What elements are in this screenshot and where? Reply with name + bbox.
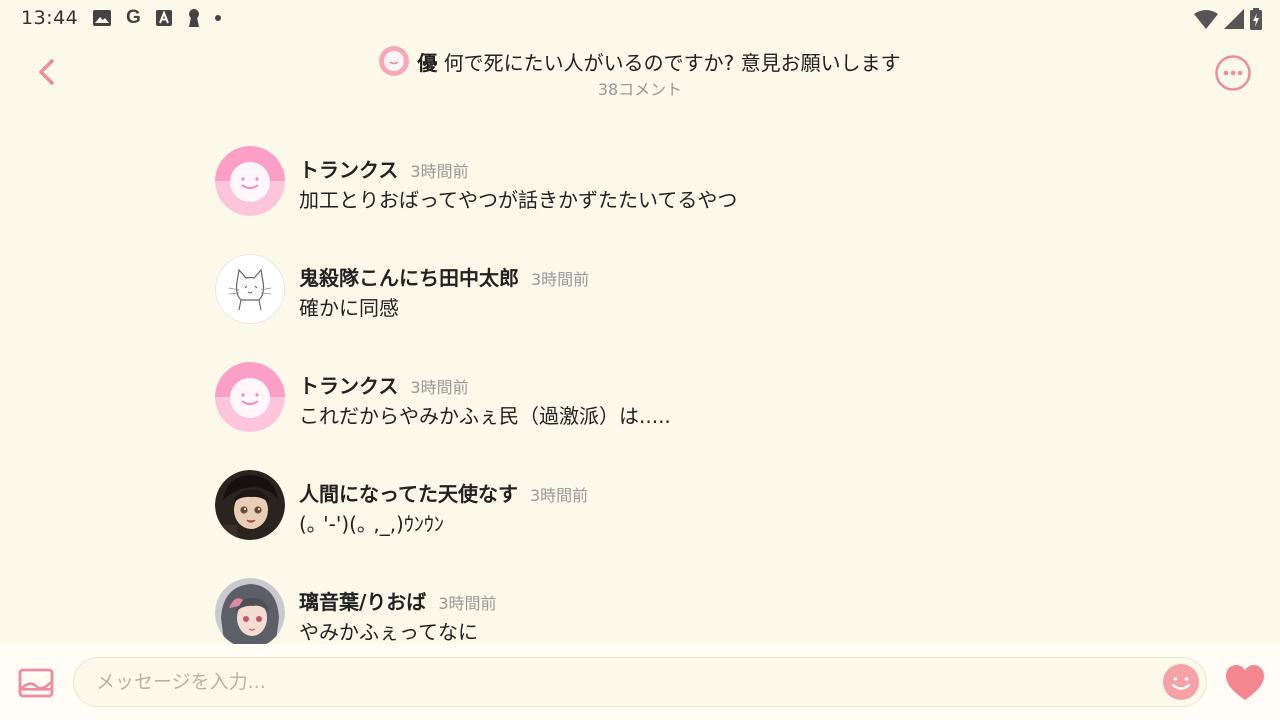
- comment-item[interactable]: トランクス 3時間前 加工とりおばってやつが話きかずたたいてるやつ: [215, 146, 1115, 218]
- comment-item[interactable]: 人間になってた天使なす 3時間前 (｡ '-')(｡ ,_,)ｳﾝｳﾝ: [215, 470, 1115, 542]
- post-author: 優: [417, 50, 438, 75]
- signal-icon: [1224, 9, 1244, 29]
- comment-text: (｡ '-')(｡ ,_,)ｳﾝｳﾝ: [299, 512, 444, 536]
- comment-user[interactable]: トランクス: [299, 374, 398, 398]
- comment-text: 加工とりおばってやつが話きかずたたいてるやつ: [299, 188, 738, 212]
- comment-text: やみかふぇってなに: [299, 620, 478, 644]
- heart-icon[interactable]: [1224, 664, 1266, 702]
- comment-time: 3時間前: [410, 162, 469, 181]
- image-attach-icon[interactable]: [18, 668, 54, 698]
- anime-girl-grey-avatar[interactable]: [215, 578, 285, 644]
- google-icon: G: [126, 7, 141, 28]
- keyhole-icon: [188, 9, 199, 27]
- battery-charging-icon: [1250, 8, 1262, 30]
- thread-header: 優 何で死にたい人がいるのですか? 意見お願いします 38コメント: [0, 36, 1280, 106]
- comment-user[interactable]: トランクス: [299, 158, 398, 182]
- post-title: 何で死にたい人がいるのですか? 意見お願いします: [443, 50, 901, 75]
- thread-title: 優 何で死にたい人がいるのですか? 意見お願いします: [0, 46, 1280, 76]
- comment-text: これだからやみかふぇ民（過激派）は.....: [299, 404, 671, 428]
- comment-time: 3時間前: [530, 486, 589, 505]
- comment-user[interactable]: 璃音葉/りおば: [299, 590, 426, 614]
- comment-time: 3時間前: [438, 594, 497, 613]
- comment-user[interactable]: 鬼殺隊こんにち田中太郎: [299, 266, 519, 290]
- comment-time: 3時間前: [531, 270, 590, 289]
- more-options-icon[interactable]: [1214, 54, 1252, 92]
- wifi-icon: [1194, 10, 1218, 29]
- comment-count: 38コメント: [597, 80, 683, 99]
- comment-time: 3時間前: [410, 378, 469, 397]
- comment-item[interactable]: トランクス 3時間前 これだからやみかふぇ民（過激派）は.....: [215, 362, 1115, 434]
- message-input[interactable]: [73, 657, 1207, 707]
- author-avatar: [379, 46, 410, 76]
- comment-item[interactable]: 鬼殺隊こんにち田中太郎 3時間前 確かに同感: [215, 254, 1115, 326]
- cat-sketch-avatar[interactable]: [215, 254, 285, 324]
- dot-icon: [214, 15, 221, 21]
- pink-face-avatar[interactable]: [215, 362, 285, 432]
- comment-text: 確かに同感: [299, 296, 399, 320]
- font-a-icon: [155, 10, 172, 26]
- image-icon: [93, 10, 111, 26]
- comment-list[interactable]: トランクス 3時間前 加工とりおばってやつが話きかずたたいてるやつ 鬼殺隊こんにち…: [0, 106, 1280, 644]
- comment-item[interactable]: 璃音葉/りおば 3時間前 やみかふぇってなに: [215, 578, 1115, 644]
- anime-girl-avatar[interactable]: [215, 470, 285, 540]
- status-time: 13:44: [21, 7, 79, 29]
- status-bar: 13:44 G: [0, 0, 1280, 36]
- comment-user[interactable]: 人間になってた天使なす: [299, 482, 518, 506]
- emoji-icon[interactable]: [1163, 664, 1199, 700]
- message-composer: [0, 644, 1280, 720]
- pink-face-avatar[interactable]: [215, 146, 285, 216]
